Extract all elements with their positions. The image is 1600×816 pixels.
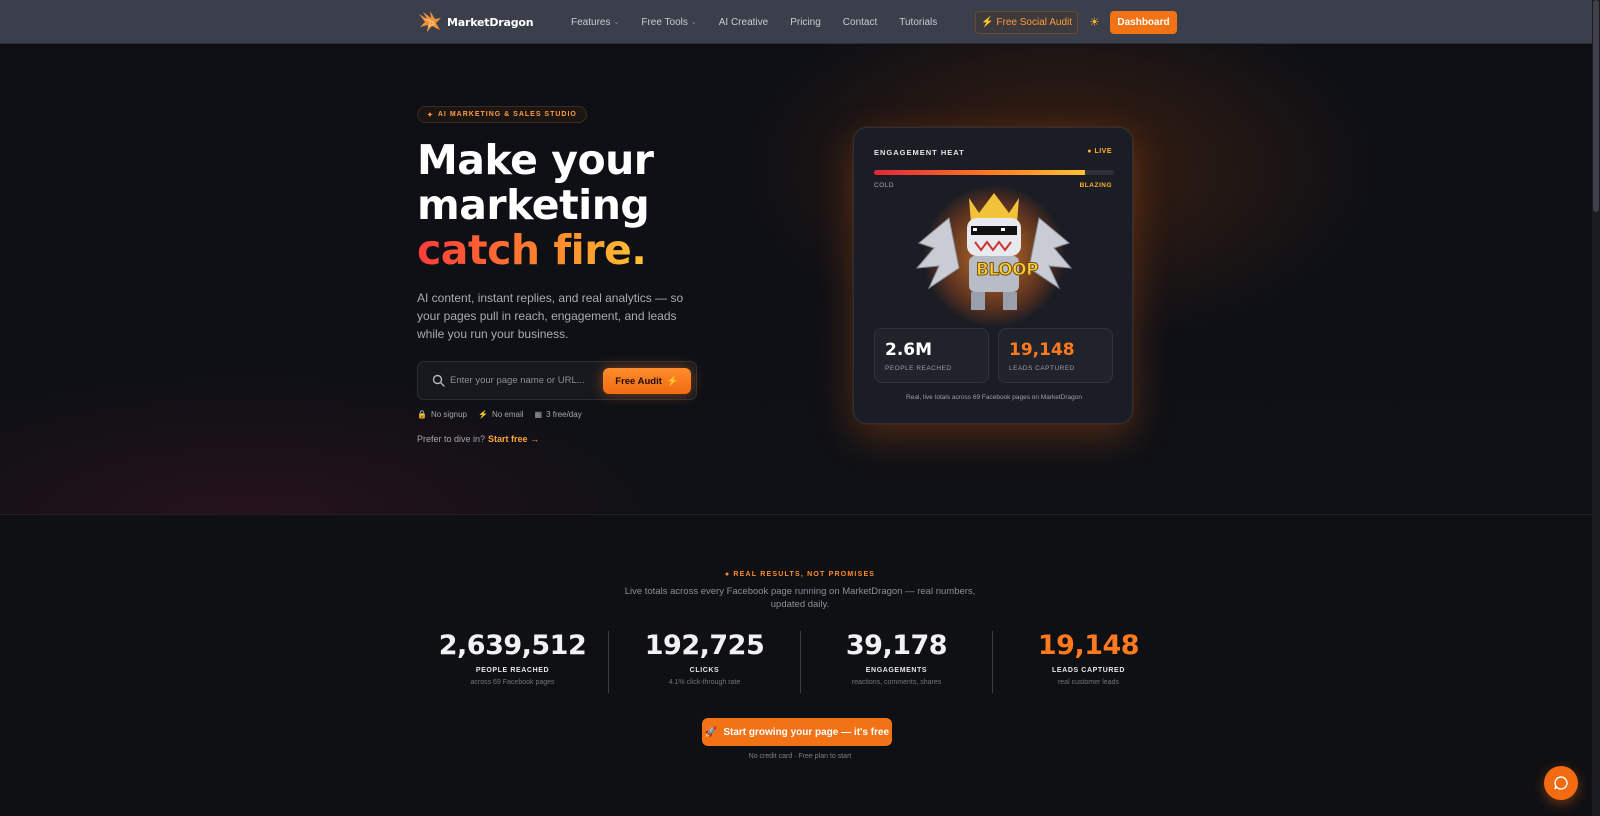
- nav-tutorials[interactable]: Tutorials: [899, 17, 937, 28]
- chat-icon: [1554, 776, 1568, 790]
- grid-icon: ▦: [534, 410, 543, 419]
- stat-note: across 69 Facebook pages: [470, 679, 555, 686]
- results-tag-label: REAL RESULTS, NOT PROMISES: [733, 571, 876, 578]
- dashboard-button[interactable]: Dashboard: [1110, 11, 1177, 34]
- hero-subtext: AI content, instant replies, and real an…: [417, 291, 684, 341]
- top-navbar: MarketDragon Features ⌄ Free Tools ⌄ AI Cr…: [0, 0, 1600, 44]
- bolt-icon: ⚡: [980, 17, 994, 28]
- stat-engagements: 39,178 ENGAGEMENTS reactions, comments, …: [800, 631, 992, 693]
- headline-line-1: Make your: [417, 136, 654, 184]
- stat-label: PEOPLE REACHED: [475, 667, 550, 674]
- results-subtitle: Live totals across every Facebook page r…: [624, 586, 976, 610]
- start-growing-button[interactable]: 🚀 Start growing your page — it's free: [702, 718, 892, 746]
- perk-no-email: ⚡ No email: [478, 410, 524, 419]
- stat-leads-captured: 19,148 LEADS CAPTURED real customer lead…: [992, 631, 1184, 693]
- card-stat-leads-captured: 19,148 LEADS CAPTURED: [998, 328, 1113, 383]
- live-label: LIVE: [1094, 148, 1112, 155]
- card-stat-label: PEOPLE REACHED: [885, 365, 952, 372]
- engagement-heat-card: ENGAGEMENT HEAT ● LIVE COLD BLAZING BLOO…: [853, 127, 1133, 424]
- stat-value: 2,639,512: [438, 630, 587, 661]
- dragon-logo-icon: [419, 11, 441, 32]
- free-social-audit-button[interactable]: ⚡ Free Social Audit: [975, 11, 1078, 34]
- chat-launcher-button[interactable]: [1544, 766, 1578, 800]
- cta-note: No credit card · Free plan to start: [748, 753, 852, 760]
- start-free-link[interactable]: Start free →: [488, 434, 539, 444]
- nav-contact[interactable]: Contact: [843, 17, 877, 28]
- bolt-icon: ⚡: [478, 410, 488, 419]
- stat-note: reactions, comments, shares: [851, 679, 942, 686]
- search-icon: [432, 374, 445, 387]
- stat-value: 39,178: [845, 630, 948, 661]
- chevron-down-icon: ⌄: [690, 19, 697, 26]
- theme-toggle-sun-icon[interactable]: ☀: [1089, 15, 1100, 29]
- stat-value: 192,725: [644, 630, 765, 661]
- perk-free-per-day: ▦ 3 free/day: [535, 410, 582, 419]
- hero-tag-label: AI MARKETING & SALES STUDIO: [437, 111, 577, 118]
- mascot-bloop-text: BLOOP: [975, 260, 1039, 281]
- stat-label: ENGAGEMENTS: [865, 667, 928, 674]
- nav-free-tools[interactable]: Free Tools ⌄: [641, 17, 696, 28]
- stat-people-reached: 2,639,512 PEOPLE REACHED across 69 Faceb…: [417, 631, 608, 693]
- chevron-down-icon: ⌄: [613, 19, 620, 26]
- bolt-icon: ⚡: [666, 375, 679, 387]
- stat-label: LEADS CAPTURED: [1052, 667, 1125, 674]
- card-stat-value: 19,148: [1009, 340, 1075, 360]
- live-badge: ● LIVE: [1087, 148, 1112, 155]
- start-growing-label: Start growing your page — it's free: [723, 726, 890, 738]
- nav-free-tools-label: Free Tools: [641, 16, 688, 28]
- main-nav: Features ⌄ Free Tools ⌄ AI Creative Pricin…: [571, 0, 937, 44]
- perk-no-signup: 🔒 No signup: [417, 410, 467, 419]
- card-footer: Real, live totals across 69 Facebook pag…: [906, 394, 1082, 401]
- perk-label: No signup: [430, 410, 467, 419]
- heat-meter-fill: [874, 170, 1086, 175]
- headline-line-2: marketing: [417, 181, 650, 229]
- perk-label: No email: [491, 410, 524, 419]
- stat-label: CLICKS: [689, 667, 720, 674]
- blazing-label: BLAZING: [1079, 182, 1112, 189]
- card-stat-value: 2.6M: [885, 340, 933, 360]
- perks-row: 🔒 No signup ⚡ No email ▦ 3 free/day: [417, 410, 582, 419]
- hero-section: [0, 45, 1600, 515]
- stat-note: real customer leads: [1057, 679, 1120, 686]
- results-stats: 2,639,512 PEOPLE REACHED across 69 Faceb…: [417, 631, 1184, 693]
- card-stat-label: LEADS CAPTURED: [1009, 365, 1075, 372]
- perk-label: 3 free/day: [546, 410, 582, 419]
- headline-fire: catch fire.: [417, 226, 647, 274]
- card-stat-people-reached: 2.6M PEOPLE REACHED: [874, 328, 989, 383]
- nav-ai-creative[interactable]: AI Creative: [719, 17, 768, 28]
- hero-headline: Make your marketing catch fire.: [417, 138, 654, 273]
- audit-search-bar: Free Audit ⚡: [417, 361, 697, 400]
- free-audit-label: Free Audit: [615, 375, 662, 387]
- nav-features-label: Features: [571, 16, 611, 28]
- cold-label: COLD: [874, 182, 895, 189]
- heat-meter: [874, 170, 1114, 175]
- rocket-icon: 🚀: [704, 726, 718, 738]
- stat-note: 4.1% click-through rate: [668, 679, 741, 686]
- results-tag: ● REAL RESULTS, NOT PROMISES: [724, 571, 876, 578]
- card-title: ENGAGEMENT HEAT: [874, 148, 965, 157]
- dragon-mascot-image: [915, 193, 1073, 310]
- free-audit-button[interactable]: Free Audit ⚡: [603, 368, 691, 394]
- hero-tag: ✦ AI MARKETING & SALES STUDIO: [417, 106, 587, 123]
- stat-value: 19,148: [1037, 630, 1140, 661]
- brand-name: MarketDragon: [447, 15, 534, 29]
- stat-clicks: 192,725 CLICKS 4.1% click-through rate: [608, 631, 800, 693]
- scrollbar-thumb[interactable]: [1593, 0, 1599, 212]
- brand-logo[interactable]: MarketDragon: [417, 10, 534, 34]
- lock-icon: 🔒: [417, 410, 427, 419]
- nav-pricing[interactable]: Pricing: [790, 17, 821, 28]
- prefer-line: Prefer to dive in? Start free →: [417, 434, 539, 444]
- page-scrollbar[interactable]: [1592, 0, 1600, 816]
- prefer-text: Prefer to dive in?: [417, 434, 486, 444]
- free-social-audit-label: Free Social Audit: [996, 17, 1073, 28]
- page-url-input[interactable]: [450, 362, 600, 399]
- sparkle-icon: ✦: [427, 111, 434, 119]
- nav-features[interactable]: Features ⌄: [571, 17, 619, 28]
